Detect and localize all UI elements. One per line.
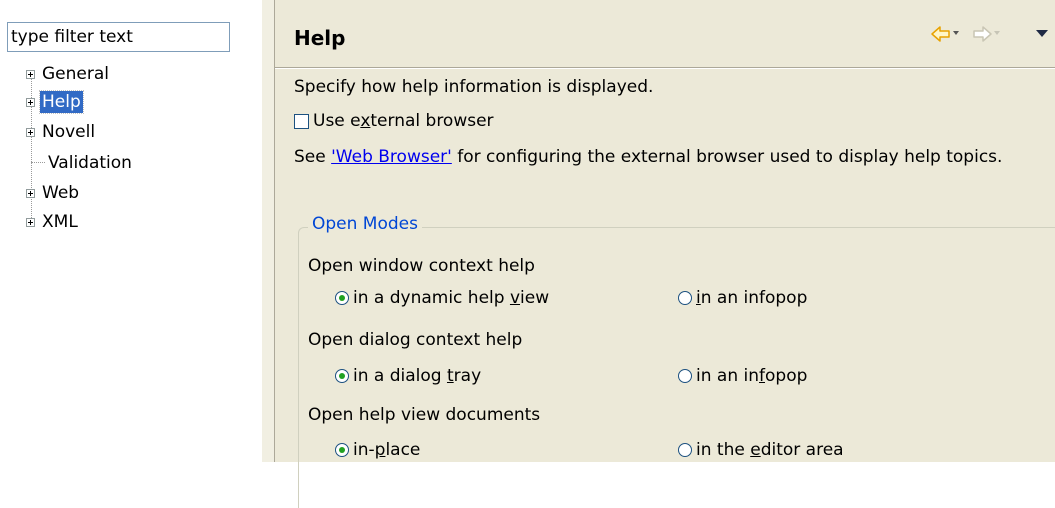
option-label: in an infopop bbox=[696, 288, 808, 308]
expand-icon[interactable] bbox=[26, 97, 35, 107]
tree-item-label: General bbox=[42, 64, 109, 84]
use-external-browser-label: Use external browser bbox=[313, 111, 494, 131]
tree-item-general[interactable]: General bbox=[26, 62, 111, 86]
expand-icon[interactable] bbox=[26, 69, 35, 79]
radio-button[interactable] bbox=[335, 443, 349, 457]
option-label: in a dialog tray bbox=[353, 366, 482, 386]
tree-item-label: XML bbox=[42, 212, 78, 232]
radio-button[interactable] bbox=[678, 443, 692, 457]
window-context-dynamic-help-option[interactable]: in a dynamic help view bbox=[335, 288, 549, 308]
dialog-context-infopop-option[interactable]: in an infopop bbox=[678, 366, 807, 386]
pane-splitter[interactable] bbox=[262, 0, 275, 462]
back-arrow-icon bbox=[931, 26, 950, 42]
view-menu-icon[interactable] bbox=[1035, 27, 1049, 39]
tree-item-label: Validation bbox=[48, 153, 132, 173]
docs-editor-area-option[interactable]: in the editor area bbox=[678, 440, 844, 460]
dialog-context-tray-option[interactable]: in a dialog tray bbox=[335, 366, 481, 386]
tree-item-label: Help bbox=[39, 90, 84, 114]
tree-item-label: Novell bbox=[42, 122, 96, 142]
preferences-tree-pane: General Help Novell Validation Web XML bbox=[0, 0, 262, 462]
back-history-dropdown[interactable] bbox=[951, 28, 961, 38]
radio-button[interactable] bbox=[678, 369, 692, 383]
dialog-context-help-label: Open dialog context help bbox=[308, 330, 523, 350]
option-label: in-place bbox=[353, 440, 421, 460]
tree-item-validation[interactable]: Validation bbox=[31, 151, 134, 175]
tree-item-label: Web bbox=[42, 183, 80, 203]
expand-icon[interactable] bbox=[26, 127, 35, 137]
option-label: in a dynamic help view bbox=[353, 288, 550, 308]
preference-page: Help Specify how help information is dis… bbox=[275, 0, 1055, 508]
web-browser-link[interactable]: 'Web Browser' bbox=[331, 147, 452, 167]
use-external-browser-option[interactable]: Use external browser bbox=[294, 111, 494, 131]
header-separator-highlight bbox=[275, 68, 1055, 69]
expand-icon[interactable] bbox=[26, 188, 35, 198]
open-modes-legend: Open Modes bbox=[308, 214, 422, 234]
back-button[interactable] bbox=[930, 24, 952, 44]
radio-button[interactable] bbox=[678, 291, 692, 305]
use-external-browser-checkbox[interactable] bbox=[294, 113, 309, 129]
option-label: in an infopop bbox=[696, 366, 808, 386]
window-context-help-label: Open window context help bbox=[308, 256, 535, 276]
page-header: Help bbox=[275, 0, 1055, 68]
tree-item-help[interactable]: Help bbox=[26, 90, 84, 114]
tree-item-novell[interactable]: Novell bbox=[26, 120, 97, 144]
tree-leaf-connector bbox=[31, 162, 45, 164]
filter-input[interactable] bbox=[7, 22, 230, 52]
docs-in-place-option[interactable]: in-place bbox=[335, 440, 420, 460]
forward-arrow-icon bbox=[973, 26, 992, 42]
window-context-infopop-option[interactable]: in an infopop bbox=[678, 288, 807, 308]
web-browser-note: See 'Web Browser' for configuring the ex… bbox=[294, 147, 1003, 167]
page-description: Specify how help information is displaye… bbox=[294, 77, 654, 97]
option-label: in the editor area bbox=[696, 440, 844, 460]
forward-history-dropdown[interactable] bbox=[992, 28, 1002, 38]
radio-button[interactable] bbox=[335, 291, 349, 305]
forward-button[interactable] bbox=[971, 24, 993, 44]
tree-item-web[interactable]: Web bbox=[26, 181, 81, 205]
page-title: Help bbox=[294, 26, 346, 50]
tree-item-xml[interactable]: XML bbox=[26, 210, 80, 234]
help-view-documents-label: Open help view documents bbox=[308, 405, 541, 425]
expand-icon[interactable] bbox=[26, 217, 35, 227]
radio-button[interactable] bbox=[335, 369, 349, 383]
